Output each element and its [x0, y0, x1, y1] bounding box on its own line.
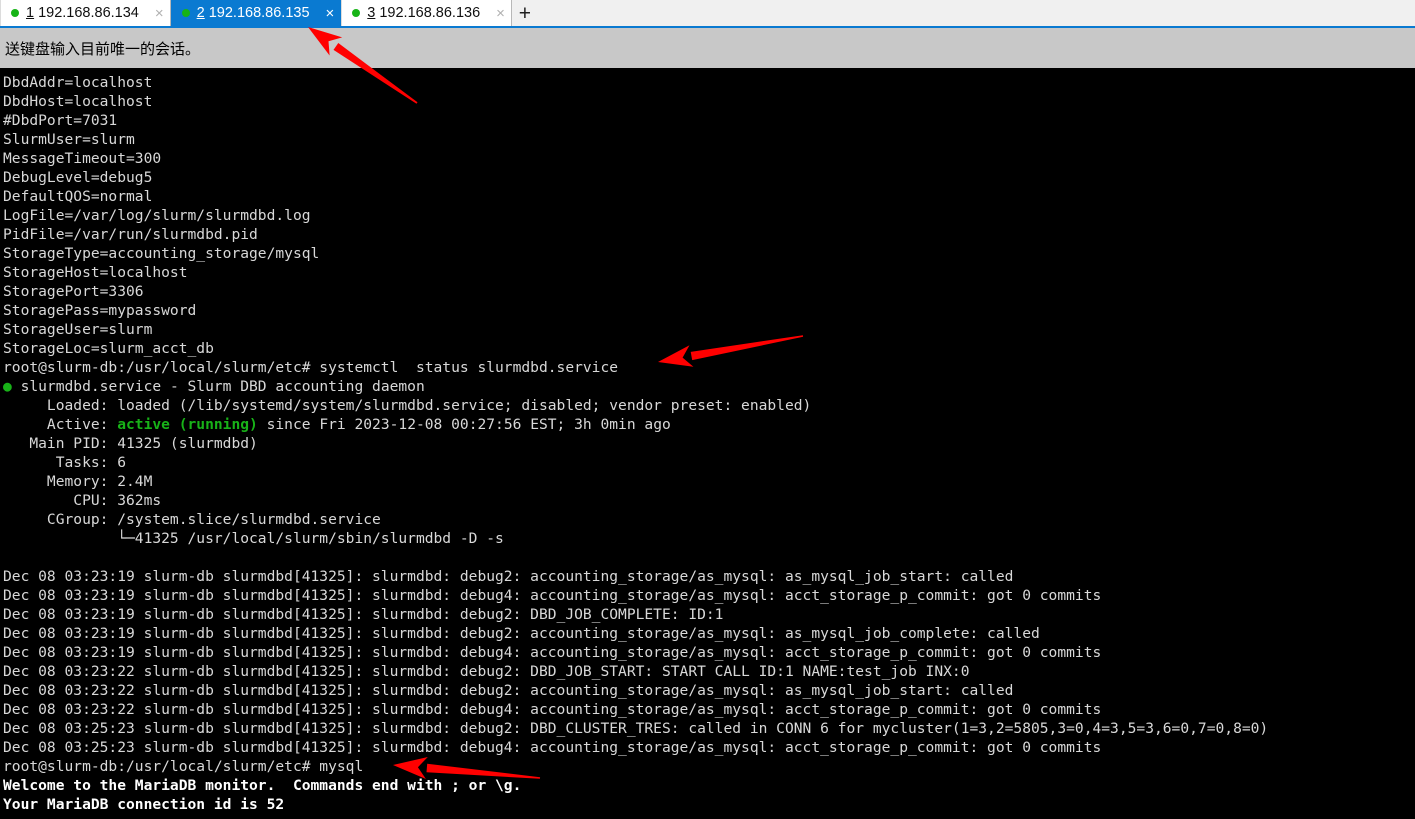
terminal-line: LogFile=/var/log/slurm/slurmdbd.log [3, 207, 311, 224]
close-icon[interactable]: × [326, 6, 335, 21]
terminal-line: Dec 08 03:23:19 slurm-db slurmdbd[41325]… [3, 568, 1014, 585]
session-tab-3[interactable]: 3 192.168.86.136 × [341, 0, 512, 26]
terminal-line: Your MariaDB connection id is 52 [3, 796, 285, 813]
terminal-output[interactable]: DbdAddr=localhost DbdHost=localhost #DbdPo… [0, 68, 1415, 819]
keyboard-broadcast-message: 送键盘输入目前唯一的会话。 [5, 39, 201, 58]
terminal-line: root@slurm-db:/usr/local/slurm/etc# syst… [3, 359, 619, 376]
tab-bar: 1 192.168.86.134 × 2 192.168.86.135 × 3 … [0, 0, 1415, 28]
session-tab-2[interactable]: 2 192.168.86.135 × [170, 0, 342, 26]
terminal-line: root@slurm-db:/usr/local/slurm/etc# mysq… [3, 758, 364, 775]
terminal-line: Tasks: 6 [3, 454, 127, 471]
terminal-line: DbdAddr=localhost [3, 74, 153, 91]
terminal-line: DbdHost=localhost [3, 93, 153, 110]
service-status-dot-icon: ● [3, 378, 12, 395]
tab-index-label: 3 [367, 5, 376, 21]
keyboard-broadcast-notice: 送键盘输入目前唯一的会话。 [0, 28, 1415, 68]
terminal-line: StorageUser=slurm [3, 321, 153, 338]
session-tab-1[interactable]: 1 192.168.86.134 × [0, 0, 171, 26]
terminal-line: StoragePort=3306 [3, 283, 144, 300]
connection-status-dot-icon [181, 9, 190, 17]
terminal-line: SlurmUser=slurm [3, 131, 135, 148]
tab-host-label: 192.168.86.134 [38, 5, 139, 21]
terminal-line: Dec 08 03:23:19 slurm-db slurmdbd[41325]… [3, 625, 1040, 642]
close-icon[interactable]: × [496, 6, 505, 21]
terminal-line: StorageHost=localhost [3, 264, 188, 281]
terminal-line: Welcome to the MariaDB monitor. Commands… [3, 777, 522, 794]
terminal-line: StoragePass=mypassword [3, 302, 197, 319]
terminal-line: DebugLevel=debug5 [3, 169, 153, 186]
new-tab-button[interactable]: + [511, 0, 538, 26]
terminal-line: └─41325 /usr/local/slurm/sbin/slurmdbd -… [3, 530, 504, 547]
terminal-line: Dec 08 03:25:23 slurm-db slurmdbd[41325]… [3, 720, 1269, 737]
terminal-line: Main PID: 41325 (slurmdbd) [3, 435, 258, 452]
terminal-line: ● slurmdbd.service - Slurm DBD accountin… [3, 378, 425, 395]
terminal-line: MessageTimeout=300 [3, 150, 162, 167]
terminal-line: Dec 08 03:23:22 slurm-db slurmdbd[41325]… [3, 701, 1102, 718]
tab-bar-filler [537, 0, 1415, 26]
tab-host-label: 192.168.86.135 [208, 5, 310, 21]
terminal-line: Active: active (running) since Fri 2023-… [3, 416, 671, 433]
terminal-line: DefaultQOS=normal [3, 188, 153, 205]
tab-index-label: 2 [196, 5, 205, 21]
terminal-line: Loaded: loaded (/lib/systemd/system/slur… [3, 397, 812, 414]
terminal-line: CGroup: /system.slice/slurmdbd.service [3, 511, 381, 528]
terminal-line: Memory: 2.4M [3, 473, 153, 490]
close-icon[interactable]: × [155, 6, 164, 21]
terminal-line: CPU: 362ms [3, 492, 162, 509]
terminal-line: PidFile=/var/run/slurmdbd.pid [3, 226, 258, 243]
connection-status-dot-icon [352, 9, 361, 17]
terminal-line: Dec 08 03:23:19 slurm-db slurmdbd[41325]… [3, 587, 1102, 604]
terminal-line: Dec 08 03:23:19 slurm-db slurmdbd[41325]… [3, 606, 724, 623]
terminal-line: Dec 08 03:23:22 slurm-db slurmdbd[41325]… [3, 663, 970, 680]
tab-host-label: 192.168.86.136 [379, 5, 481, 21]
terminal-line: #DbdPort=7031 [3, 112, 118, 129]
tab-index-label: 1 [26, 5, 35, 21]
terminal-line: Dec 08 03:23:22 slurm-db slurmdbd[41325]… [3, 682, 1014, 699]
terminal-line: StorageLoc=slurm_acct_db [3, 340, 214, 357]
terminal-line: Dec 08 03:25:23 slurm-db slurmdbd[41325]… [3, 739, 1102, 756]
connection-status-dot-icon [11, 9, 19, 17]
service-active-status: active (running) [117, 416, 267, 433]
terminal-line: Dec 08 03:23:19 slurm-db slurmdbd[41325]… [3, 644, 1102, 661]
terminal-line: StorageType=accounting_storage/mysql [3, 245, 320, 262]
